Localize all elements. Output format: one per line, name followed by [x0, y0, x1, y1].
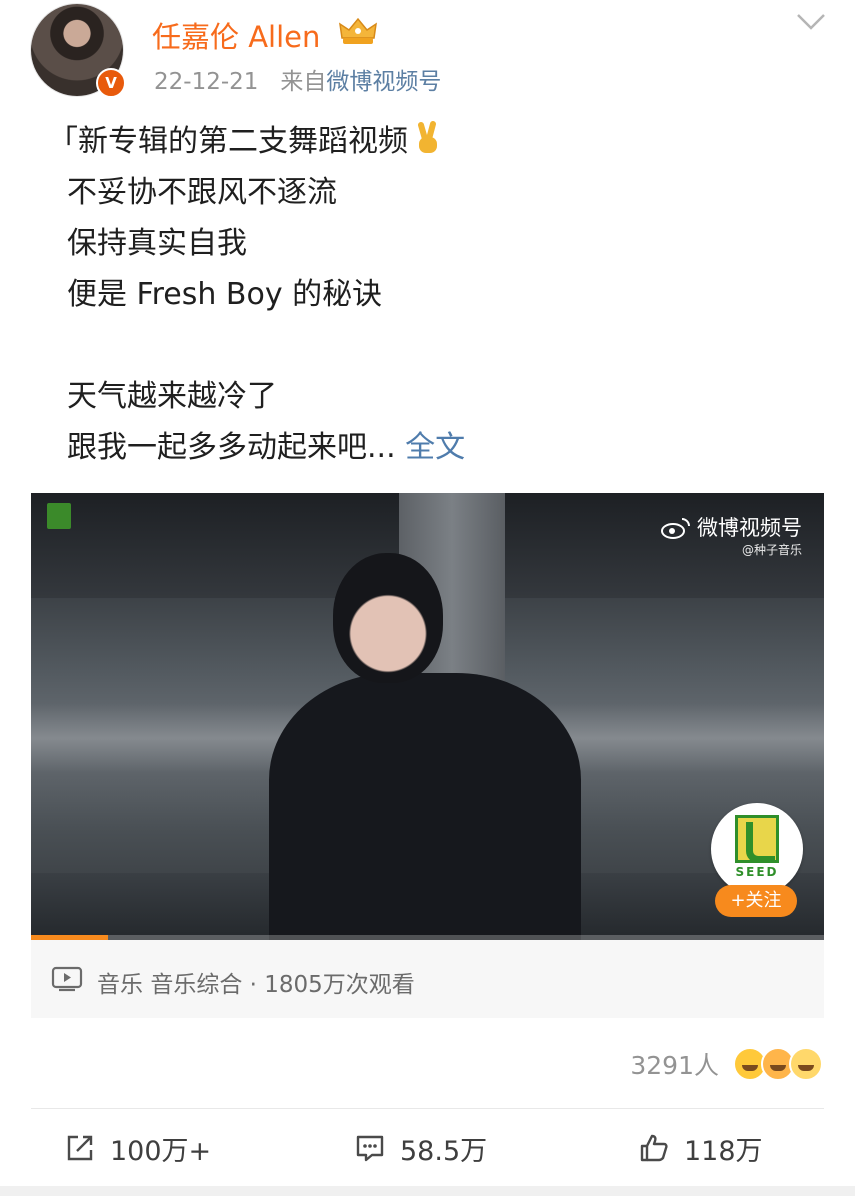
post-line: 便是 Fresh Boy 的秘诀: [67, 277, 383, 312]
post-line: 天气越来越冷了: [67, 379, 277, 414]
post-line: 保持真实自我: [67, 226, 247, 261]
video-info-bar[interactable]: 音乐 音乐综合 · 1805万次观看: [31, 940, 824, 1018]
video-frame-person: [269, 673, 581, 940]
chevron-down-icon[interactable]: [795, 12, 827, 32]
source-prefix: 来自: [280, 69, 327, 95]
divider: [31, 1108, 824, 1109]
video-meta: 音乐 音乐综合 · 1805万次观看: [97, 972, 415, 998]
comment-button[interactable]: 58.5万: [354, 1128, 487, 1168]
reaction-summary[interactable]: 3291人: [630, 1042, 823, 1086]
post-line: 不妥协不跟风不逐流: [67, 175, 337, 210]
post-text: 「新专辑的第二支舞蹈视频 不妥协不跟风不逐流 保持真实自我 便是 Fresh B…: [48, 116, 828, 473]
reaction-count: 3291人: [630, 1051, 719, 1080]
source-link[interactable]: 微博视频号: [326, 69, 441, 95]
happy-emoji-icon: [789, 1047, 823, 1081]
seed-logo-icon: [735, 815, 779, 863]
like-button[interactable]: 118万: [638, 1128, 763, 1168]
like-count: 118万: [684, 1135, 763, 1167]
action-bar: 100万+ 58.5万 118万: [0, 1120, 855, 1176]
view-count: 1805万次观看: [264, 972, 415, 998]
share-icon: [67, 1135, 93, 1161]
crown-badge-icon[interactable]: [338, 16, 378, 46]
username[interactable]: 任嘉伦 Allen: [152, 14, 320, 56]
share-button[interactable]: 100万+: [64, 1128, 211, 1168]
comment-icon: [356, 1135, 384, 1162]
video-icon: [51, 966, 83, 992]
comment-count: 58.5万: [400, 1135, 488, 1167]
thumbs-up-icon: [640, 1134, 668, 1162]
video-player[interactable]: 微博视频号 @种子音乐 SEED +关注: [31, 493, 824, 940]
follow-button[interactable]: +关注: [715, 885, 797, 917]
weibo-video-watermark: 微博视频号 @种子音乐: [642, 515, 802, 565]
post-header: V 任嘉伦 Allen 22-12-21 来自微博视频号: [0, 0, 855, 110]
channel-follow[interactable]: SEED +关注: [711, 803, 803, 923]
seed-logo-small-icon: [47, 503, 71, 529]
video-subcategory[interactable]: 音乐综合: [150, 972, 242, 998]
verified-v-icon: V: [96, 68, 126, 98]
post-line: 跟我一起多多动起来吧... 全文: [67, 430, 466, 465]
share-count: 100万+: [110, 1135, 212, 1167]
full-text-link[interactable]: 全文: [405, 430, 465, 465]
post-date: 22-12-21: [154, 69, 259, 95]
bottom-separator: [0, 1186, 855, 1196]
victory-hand-icon: [418, 121, 437, 153]
post-line: 「新专辑的第二支舞蹈视频: [48, 116, 828, 167]
weibo-logo-icon: [661, 518, 690, 539]
video-category[interactable]: 音乐: [97, 972, 143, 998]
post-meta: 22-12-21 来自微博视频号: [154, 62, 441, 96]
seed-channel-avatar[interactable]: SEED: [711, 803, 803, 895]
